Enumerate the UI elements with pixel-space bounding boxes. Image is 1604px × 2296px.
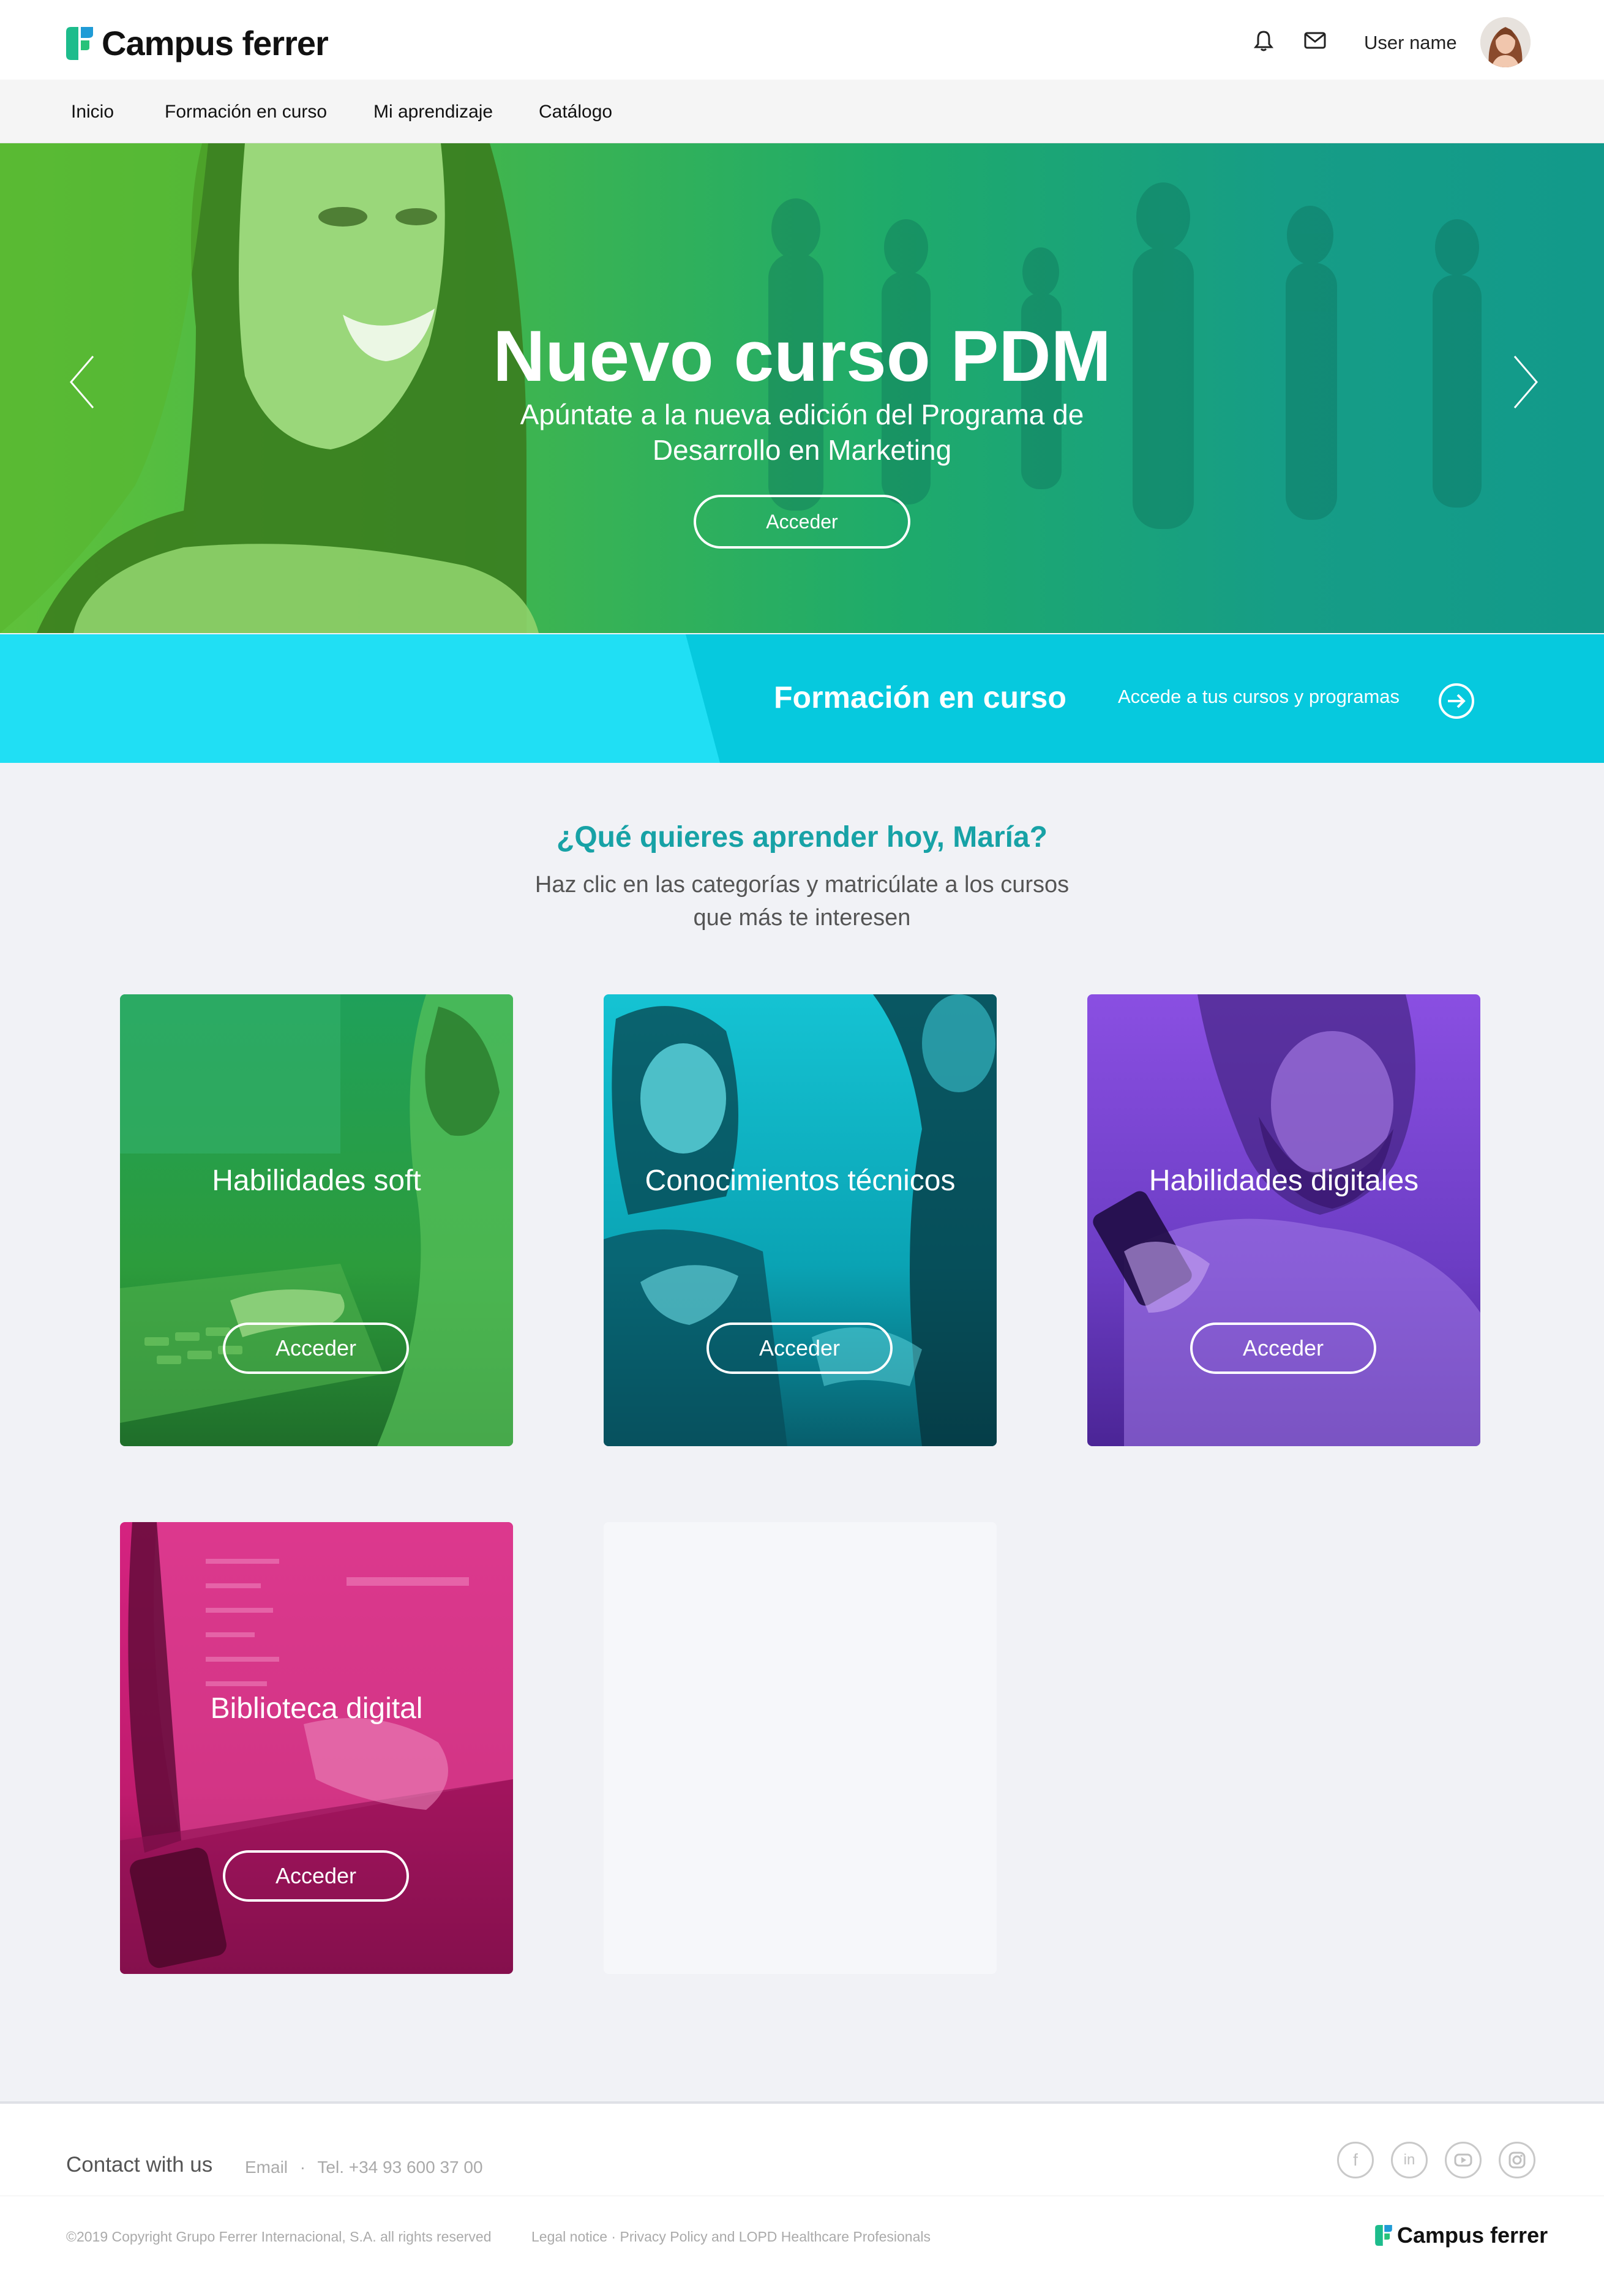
card-title: Habilidades digitales — [1149, 1165, 1419, 1197]
hero-carousel: Nuevo curso PDM Apúntate a la nueva edic… — [0, 143, 1604, 633]
acceder-button[interactable]: Acceder — [1190, 1322, 1376, 1374]
ferrer-logo-icon — [1375, 2225, 1392, 2246]
card-title: Biblioteca digital — [210, 1692, 423, 1725]
nav-item-catalogo[interactable]: Catálogo — [539, 102, 612, 122]
banner-link-text[interactable]: Accede a tus cursos y programas — [1118, 686, 1400, 708]
top-header: Campus ferrer User name — [0, 0, 1604, 80]
category-card-habilidades-digitales[interactable]: Habilidades digitales Acceder — [1087, 994, 1480, 1446]
facebook-icon[interactable]: f — [1337, 2142, 1374, 2178]
username-label[interactable]: User name — [1364, 32, 1457, 54]
legal-links[interactable]: Legal notice · Privacy Policy and LOPD H… — [531, 2229, 931, 2245]
nav-item-mi-aprendizaje[interactable]: Mi aprendizaje — [373, 102, 493, 122]
separator: · — [299, 2158, 306, 2177]
formacion-en-curso-banner[interactable]: Formación en curso Accede a tus cursos y… — [0, 634, 1604, 763]
bell-icon[interactable] — [1251, 28, 1276, 53]
habilidades-soft-image — [120, 994, 513, 1446]
acceder-button[interactable]: Acceder — [223, 1850, 409, 1902]
campus-ferrer-logo[interactable]: Campus ferrer — [66, 23, 329, 63]
category-card-habilidades-soft[interactable]: Habilidades soft Acceder — [120, 994, 513, 1446]
main-navigation: Inicio Formación en curso Mi aprendizaje… — [0, 80, 1604, 143]
copyright-text: ©2019 Copyright Grupo Ferrer Internacion… — [66, 2229, 492, 2245]
instagram-icon[interactable] — [1499, 2142, 1535, 2178]
email-link[interactable]: Email — [245, 2158, 288, 2177]
contact-info: Email · Tel. +34 93 600 37 00 — [245, 2158, 483, 2177]
banner-title: Formación en curso — [774, 680, 1066, 715]
acceder-button[interactable]: Acceder — [223, 1322, 409, 1374]
category-card-conocimientos-tecnicos[interactable]: Conocimientos técnicos Acceder — [604, 994, 997, 1446]
ferrer-logo-icon — [66, 26, 93, 60]
conocimientos-tecnicos-image — [604, 994, 997, 1446]
nav-item-inicio[interactable]: Inicio — [71, 102, 114, 122]
biblioteca-digital-image — [120, 1522, 513, 1974]
hero-subtitle: Apúntate a la nueva edición del Programa… — [520, 399, 1084, 466]
linkedin-icon[interactable]: in — [1391, 2142, 1428, 2178]
arrow-right-circle-icon[interactable] — [1437, 682, 1475, 720]
category-card-biblioteca-digital[interactable]: Biblioteca digital Acceder — [120, 1522, 513, 1974]
footer-logo-text: Campus ferrer — [1397, 2223, 1548, 2248]
nav-item-formacion-en-curso[interactable]: Formación en curso — [165, 102, 327, 122]
user-avatar[interactable] — [1480, 17, 1531, 67]
mail-icon[interactable] — [1303, 28, 1327, 53]
footer-campus-ferrer-logo[interactable]: Campus ferrer — [1375, 2223, 1548, 2248]
page-footer: Contact with us Email · Tel. +34 93 600 … — [0, 2101, 1604, 2296]
logo-text: Campus ferrer — [102, 24, 329, 62]
acceder-button[interactable]: Acceder — [706, 1322, 893, 1374]
habilidades-digitales-image — [1093, 994, 1480, 1446]
hero-title: Nuevo curso PDM — [493, 316, 1111, 397]
intro-subtitle: Haz clic en las categorías y matricúlate… — [534, 872, 1070, 931]
contact-label: Contact with us — [66, 2153, 213, 2177]
empty-card-placeholder — [604, 1522, 997, 1974]
card-title: Conocimientos técnicos — [645, 1165, 956, 1197]
card-title: Habilidades soft — [212, 1165, 421, 1197]
intro-title: ¿Qué quieres aprender hoy, María? — [557, 821, 1047, 853]
youtube-icon[interactable] — [1445, 2142, 1482, 2178]
phone-number[interactable]: Tel. +34 93 600 37 00 — [317, 2158, 482, 2177]
hero-acceder-button[interactable]: Acceder — [694, 495, 910, 549]
